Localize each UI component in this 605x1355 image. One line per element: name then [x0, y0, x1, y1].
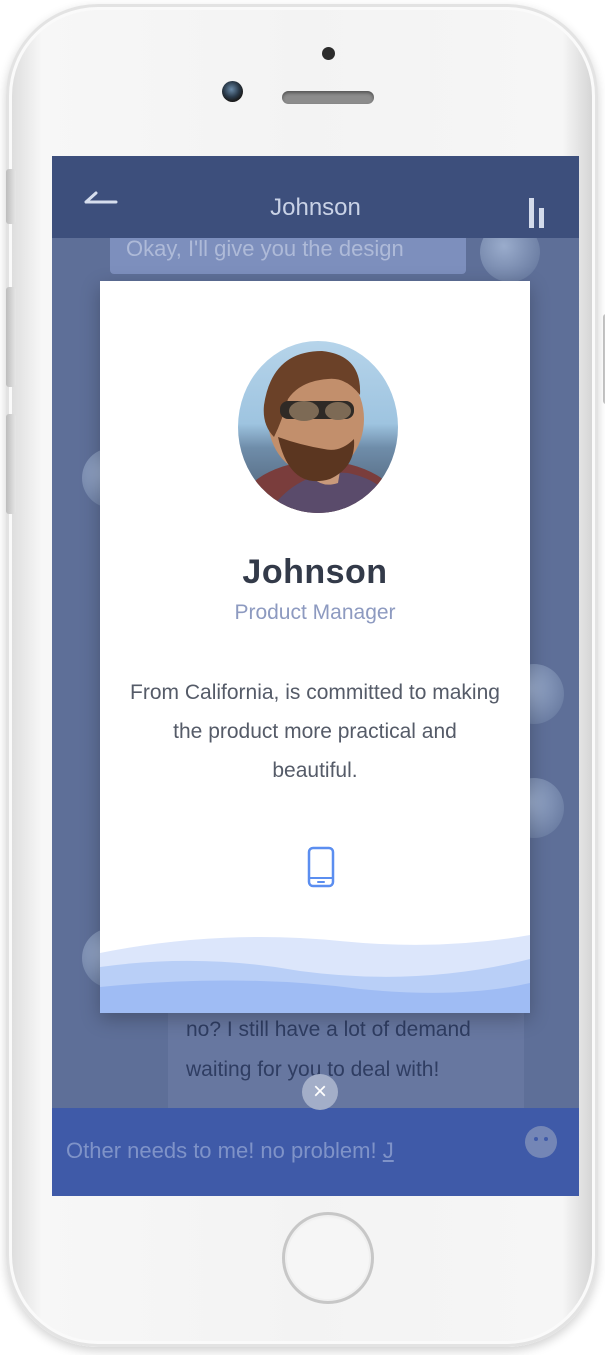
proximity-sensor [322, 47, 335, 60]
nav-bar: Johnson [52, 156, 579, 238]
profile-avatar [238, 341, 398, 513]
avatar-photo [240, 351, 398, 513]
close-button[interactable]: × [302, 1074, 338, 1110]
phone-screen: Okay, I'll give you the design no? I sti… [52, 156, 579, 1196]
chat-message: no? I still have a lot of demand waiting… [186, 1018, 471, 1081]
profile-card: Johnson Product Manager From California,… [100, 281, 530, 1013]
mute-switch [6, 169, 16, 224]
profile-role: Product Manager [234, 601, 396, 624]
earpiece-speaker [282, 91, 374, 104]
smiley-icon[interactable] [525, 1126, 557, 1158]
chat-message: Okay, I'll give you the design [126, 236, 404, 261]
profile-bio: From California, is committed to making … [130, 681, 500, 782]
profile-name: Johnson [242, 553, 388, 591]
page-title: Johnson [270, 194, 361, 221]
home-button[interactable] [282, 1212, 374, 1304]
message-input-value: Other needs to me! no problem! [66, 1138, 377, 1163]
volume-up-button [6, 287, 16, 387]
front-camera [222, 81, 243, 102]
mobile-phone-icon[interactable] [307, 846, 335, 888]
decorative-wave [100, 935, 530, 1013]
message-input[interactable]: Other needs to me! no problem! J [66, 1138, 394, 1164]
volume-down-button [6, 414, 16, 514]
text-cursor: J [382, 1138, 394, 1163]
signal-bars-icon[interactable] [527, 198, 549, 228]
